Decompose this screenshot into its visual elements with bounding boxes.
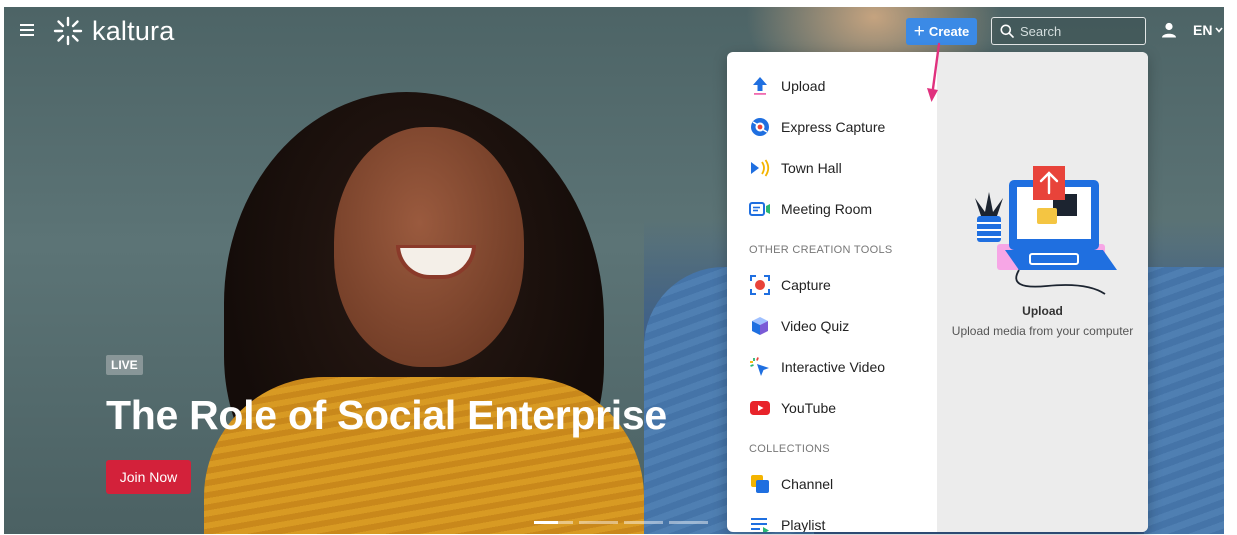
create-menu-preview-panel: Upload Upload media from your computer	[937, 52, 1148, 532]
town-hall-icon	[749, 157, 771, 179]
search-input[interactable]	[1020, 23, 1135, 39]
carousel-dot[interactable]	[624, 521, 663, 524]
section-header-collections: COLLECTIONS	[749, 443, 830, 455]
carousel-dot-active[interactable]	[534, 521, 558, 524]
youtube-icon	[749, 397, 771, 419]
menu-item-label: Upload	[781, 78, 826, 94]
preview-title: Upload	[1022, 304, 1063, 318]
menu-item-town-hall[interactable]: Town Hall	[749, 156, 842, 180]
menu-item-label: Video Quiz	[781, 318, 850, 334]
preview-description: Upload media from your computer	[951, 324, 1134, 338]
express-capture-icon	[749, 116, 771, 138]
menu-item-upload[interactable]: Upload	[749, 74, 825, 98]
menu-item-label: Playlist	[781, 517, 826, 532]
kaltura-logo[interactable]: kaltura	[52, 15, 174, 47]
capture-icon	[749, 274, 771, 296]
menu-item-label: Interactive Video	[781, 359, 886, 375]
menu-item-interactive-video[interactable]: Interactive Video	[749, 355, 885, 379]
annotation-arrow-icon	[927, 42, 941, 102]
upload-illustration	[975, 166, 1117, 295]
logo-text: kaltura	[92, 15, 175, 46]
hero-title: The Role of Social Enterprise	[106, 392, 667, 438]
plus-icon: +	[913, 21, 925, 42]
menu-item-label: Meeting Room	[781, 201, 873, 217]
live-badge: LIVE	[106, 355, 143, 375]
search-box[interactable]	[991, 17, 1146, 45]
join-now-button[interactable]: Join Now	[106, 460, 191, 494]
menu-item-label: Express Capture	[781, 119, 886, 135]
kaltura-logo-icon	[53, 16, 83, 46]
language-selector[interactable]: EN	[1193, 22, 1224, 38]
language-label: EN	[1193, 22, 1213, 38]
hamburger-menu-icon[interactable]	[20, 24, 34, 36]
menu-item-express-capture[interactable]: Express Capture	[749, 115, 885, 139]
menu-item-playlist[interactable]: Playlist	[749, 513, 825, 532]
interactive-video-icon	[749, 356, 771, 378]
user-icon[interactable]	[1161, 22, 1177, 38]
menu-item-label: Capture	[781, 277, 831, 293]
carousel-dot-active-track	[558, 521, 573, 524]
create-button[interactable]: + Create	[906, 18, 977, 45]
video-quiz-icon	[749, 315, 771, 337]
menu-item-channel[interactable]: Channel	[749, 472, 833, 496]
menu-item-meeting-room[interactable]: Meeting Room	[749, 197, 872, 221]
meeting-room-icon	[749, 198, 771, 220]
create-button-label: Create	[928, 24, 970, 39]
menu-item-label: Town Hall	[781, 160, 842, 176]
carousel-dot[interactable]	[579, 521, 618, 524]
menu-item-capture[interactable]: Capture	[749, 273, 831, 297]
playlist-icon	[749, 514, 771, 532]
upload-arrow-icon	[749, 75, 771, 97]
menu-item-video-quiz[interactable]: Video Quiz	[749, 314, 849, 338]
channel-icon	[749, 473, 771, 495]
hero-second-person-shoulder-right	[1144, 267, 1224, 534]
top-navigation-bar: kaltura + Create EN	[4, 7, 1224, 55]
menu-item-youtube[interactable]: YouTube	[749, 396, 836, 420]
carousel-dot[interactable]	[669, 521, 708, 524]
carousel-indicators	[534, 521, 708, 524]
search-icon	[1000, 24, 1014, 38]
create-dropdown-menu: Upload Express Capture Town Hall Meeting…	[727, 52, 1148, 532]
section-header-other-creation-tools: OTHER CREATION TOOLS	[749, 244, 893, 256]
create-menu-list: Upload Express Capture Town Hall Meeting…	[727, 52, 937, 532]
menu-item-label: Channel	[781, 476, 834, 492]
menu-item-label: YouTube	[781, 400, 837, 416]
chevron-down-icon	[1215, 27, 1224, 33]
